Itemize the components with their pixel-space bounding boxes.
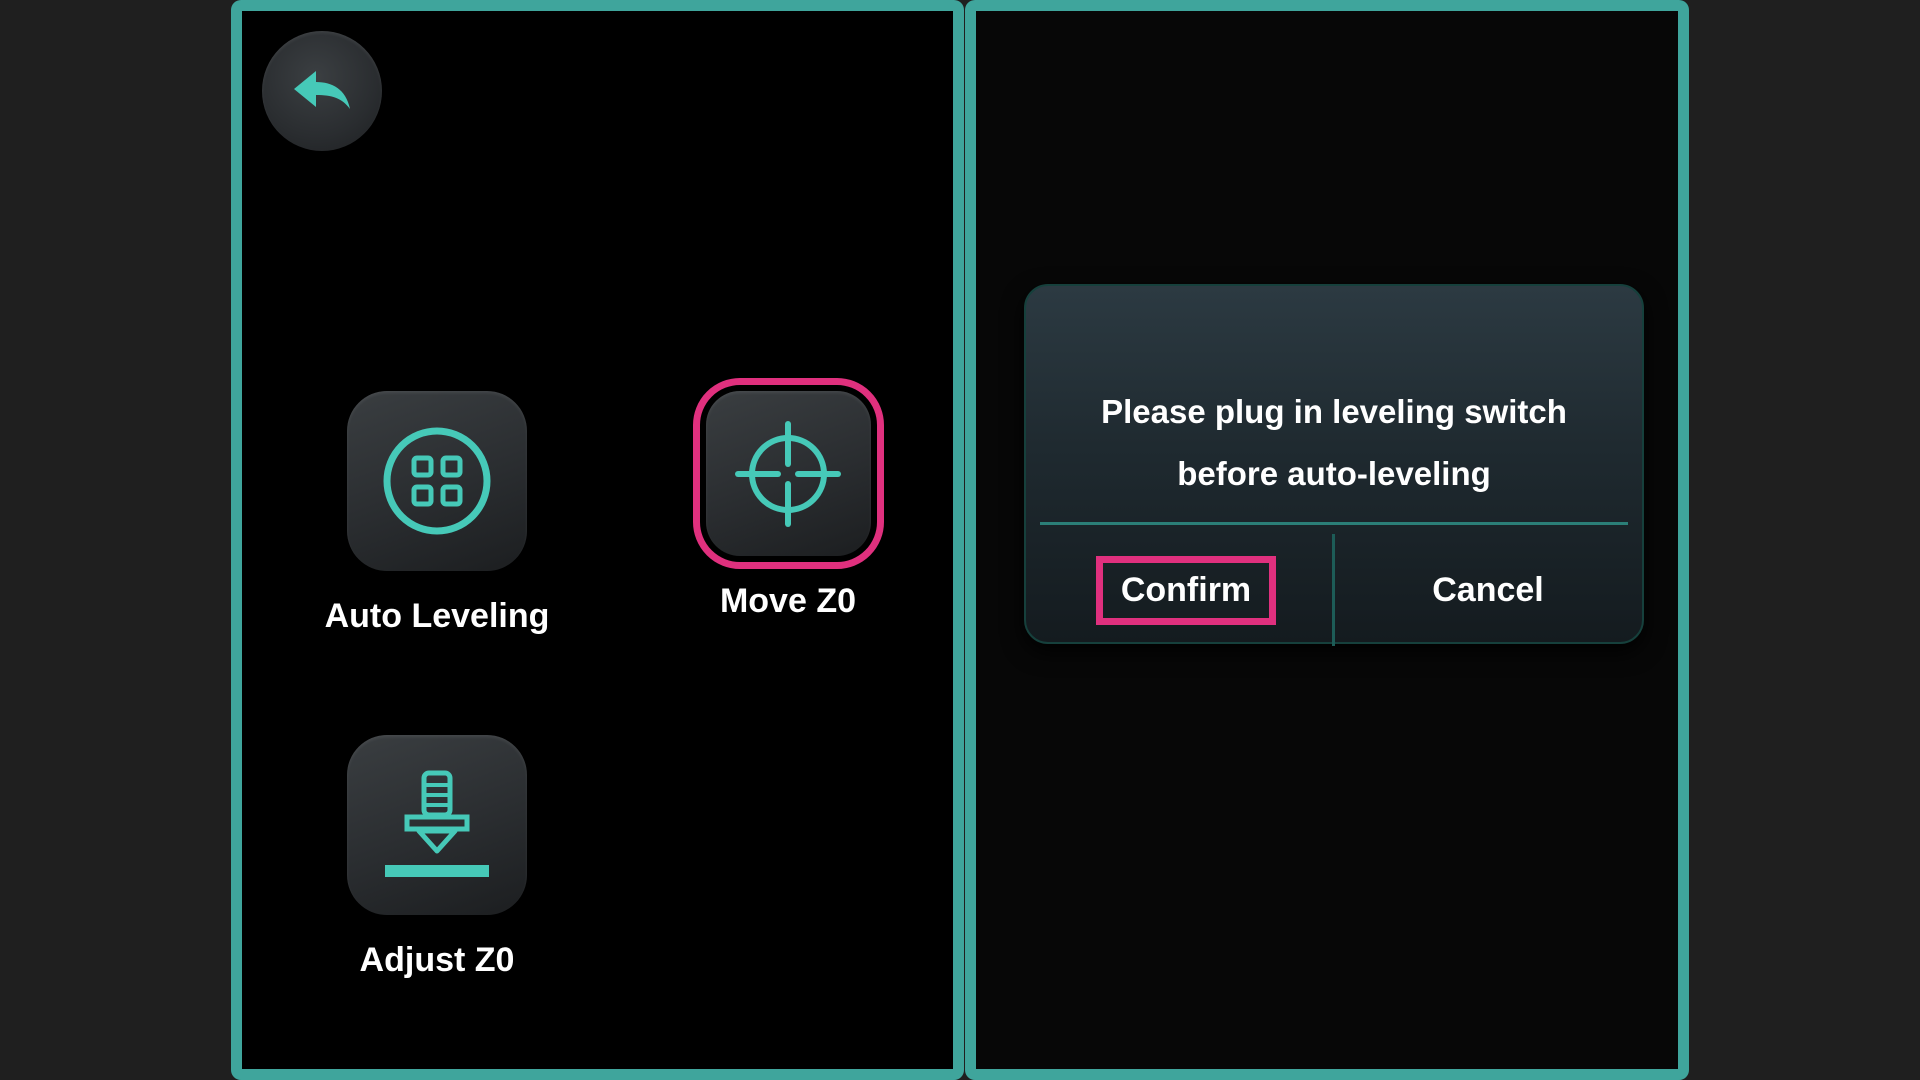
leveling-switch-dialog: Please plug in leveling switch before au…	[1024, 284, 1644, 646]
dialog-message: Please plug in leveling switch before au…	[1026, 381, 1642, 505]
back-arrow-icon	[294, 71, 350, 109]
crosshair-target-icon	[735, 420, 841, 527]
leveling-dialog-screen: Please plug in leveling switch before au…	[965, 0, 1689, 1080]
move-z0-button[interactable]	[692, 378, 884, 569]
nozzle-bed-icon	[385, 770, 489, 877]
stage: Auto Leveling Move Z0 Adjust Z0 Please p…	[0, 0, 1920, 1080]
dialog-message-line1: Please plug in leveling switch	[1101, 393, 1567, 430]
cancel-button[interactable]: Cancel	[1338, 540, 1638, 640]
confirm-label: Confirm	[1095, 555, 1277, 625]
tools-screen: Auto Leveling Move Z0 Adjust Z0	[231, 0, 964, 1080]
dialog-button-separator	[1332, 534, 1335, 646]
cancel-label: Cancel	[1432, 570, 1544, 609]
auto-leveling-button[interactable]	[347, 391, 527, 571]
auto-leveling-tile[interactable]: Auto Leveling	[324, 391, 550, 636]
adjust-z0-button[interactable]	[347, 735, 527, 915]
dialog-divider	[1040, 522, 1628, 525]
dialog-message-line2: before auto-leveling	[1177, 455, 1491, 492]
move-z0-tile[interactable]: Move Z0	[678, 378, 898, 621]
back-button[interactable]	[262, 31, 382, 151]
auto-leveling-label: Auto Leveling	[324, 597, 550, 635]
adjust-z0-tile[interactable]: Adjust Z0	[327, 735, 547, 980]
confirm-button[interactable]: Confirm	[1046, 540, 1326, 640]
auto-leveling-grid-icon	[383, 427, 491, 535]
adjust-z0-label: Adjust Z0	[359, 941, 515, 979]
move-z0-label: Move Z0	[719, 582, 857, 620]
